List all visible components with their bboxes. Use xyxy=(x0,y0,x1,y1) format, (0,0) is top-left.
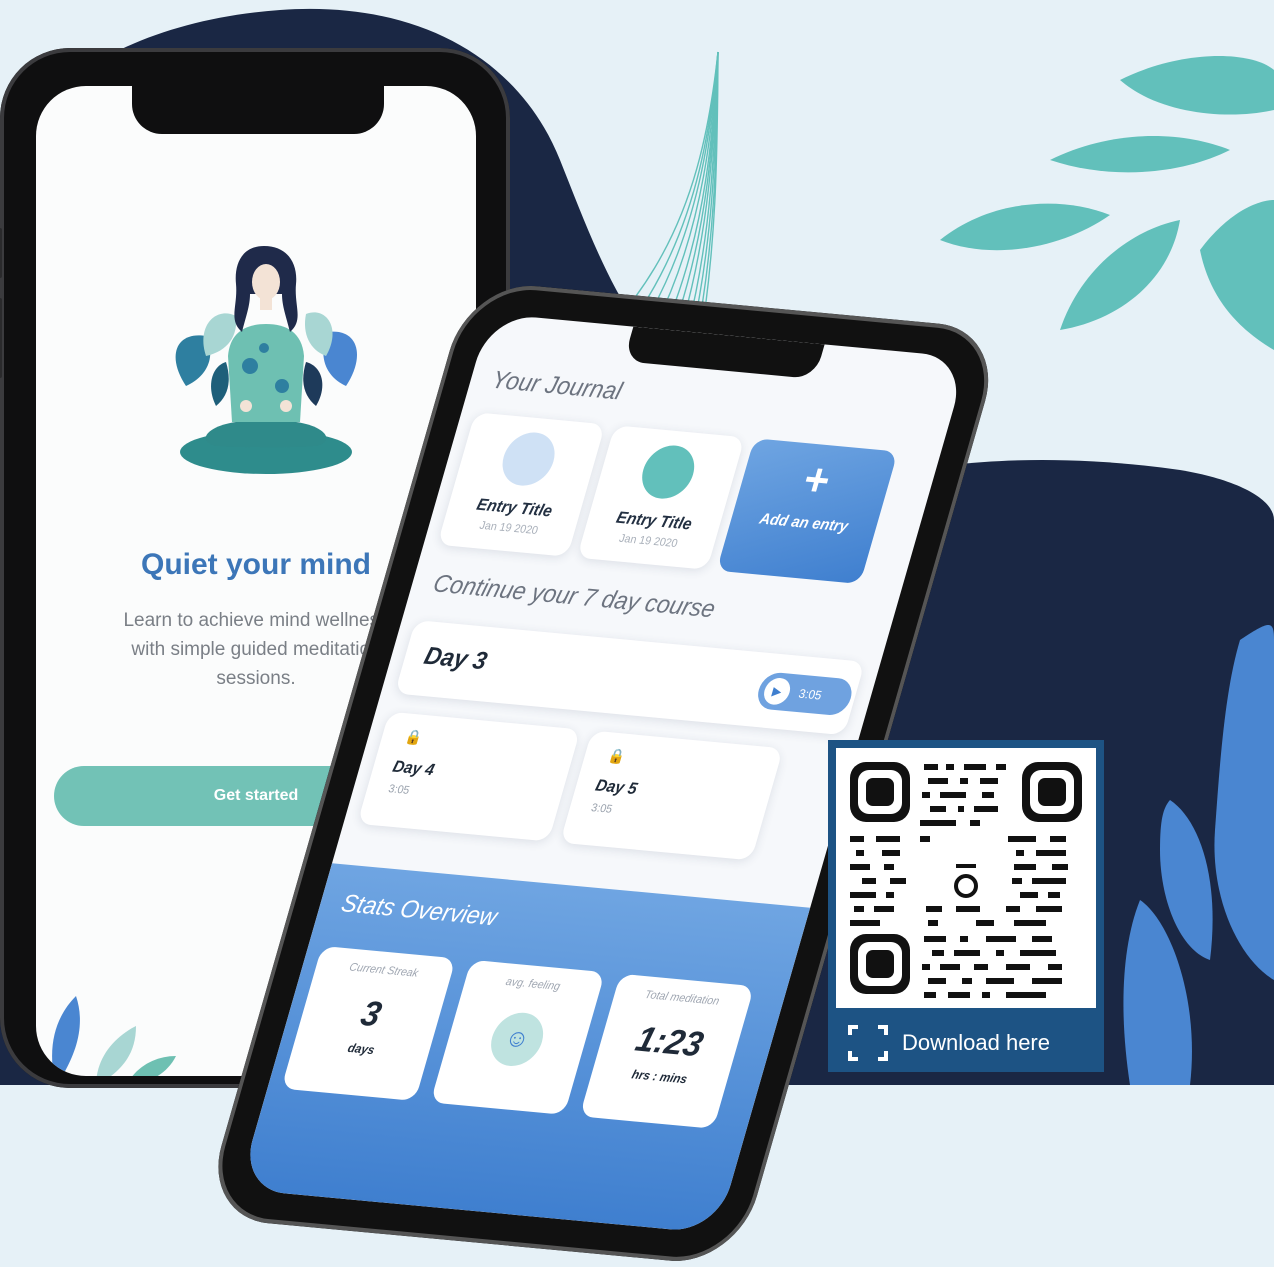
teal-leaf-branch xyxy=(940,56,1274,350)
qr-pattern xyxy=(850,762,1082,998)
streak-label: Current Streak xyxy=(347,961,420,980)
qr-code[interactable] xyxy=(836,748,1096,1008)
journal-entry-card[interactable]: Entry Title Jan 19 2020 xyxy=(576,425,745,570)
add-entry-button[interactable]: + Add an entry xyxy=(716,438,898,585)
meditation-woman-illustration xyxy=(175,246,358,474)
happy-face-icon xyxy=(635,443,701,501)
scan-frame-icon xyxy=(848,1025,888,1061)
qr-download-box: Download here xyxy=(828,740,1104,1072)
download-here-link[interactable]: Download here xyxy=(828,1014,1104,1072)
course-heading: Continue your 7 day course xyxy=(429,569,719,624)
duration: 3:05 xyxy=(386,782,411,798)
play-button[interactable]: ▶ 3:05 xyxy=(753,671,856,717)
download-label: Download here xyxy=(902,1030,1050,1055)
day-label: Day 5 xyxy=(593,777,640,799)
locked-day-card[interactable]: 🔒 Day 5 3:05 xyxy=(559,730,784,861)
neutral-face-icon xyxy=(496,430,562,488)
total-value: 1:23 xyxy=(631,1019,708,1065)
day-label: Day 3 xyxy=(420,642,491,676)
total-meditation-card: Total meditation 1:23 hrs : mins xyxy=(579,973,755,1129)
volume-button xyxy=(0,298,2,378)
lock-icon: 🔒 xyxy=(606,746,628,765)
streak-card: Current Streak 3 days xyxy=(281,945,456,1101)
journal-heading: Your Journal xyxy=(488,366,626,406)
volume-button xyxy=(0,228,2,278)
phone-notch xyxy=(623,326,825,380)
duration: 3:05 xyxy=(797,686,824,703)
total-label: Total meditation xyxy=(643,988,721,1008)
duration: 3:05 xyxy=(589,801,614,816)
total-unit: hrs : mins xyxy=(630,1067,690,1087)
locked-day-card[interactable]: 🔒 Day 4 3:05 xyxy=(357,711,581,842)
stats-panel: Stats Overview Current Streak 3 days avg… xyxy=(238,863,811,1234)
add-entry-label: Add an entry xyxy=(757,510,851,536)
feeling-label: avg. feeling xyxy=(504,975,562,993)
plus-icon: + xyxy=(796,453,836,507)
day-label: Day 4 xyxy=(390,758,437,780)
phone-notch xyxy=(132,86,384,134)
smiley-face-icon: ☺ xyxy=(484,1010,550,1069)
plant-decoration xyxy=(52,996,176,1076)
play-icon: ▶ xyxy=(760,676,794,706)
streak-value: 3 xyxy=(356,994,386,1035)
stats-heading: Stats Overview xyxy=(338,889,501,932)
journal-entry-card[interactable]: Entry Title Jan 19 2020 xyxy=(437,412,606,557)
streak-unit: days xyxy=(346,1040,377,1058)
lock-icon: 🔒 xyxy=(403,728,425,746)
feeling-card: avg. feeling ☺ xyxy=(430,959,606,1115)
